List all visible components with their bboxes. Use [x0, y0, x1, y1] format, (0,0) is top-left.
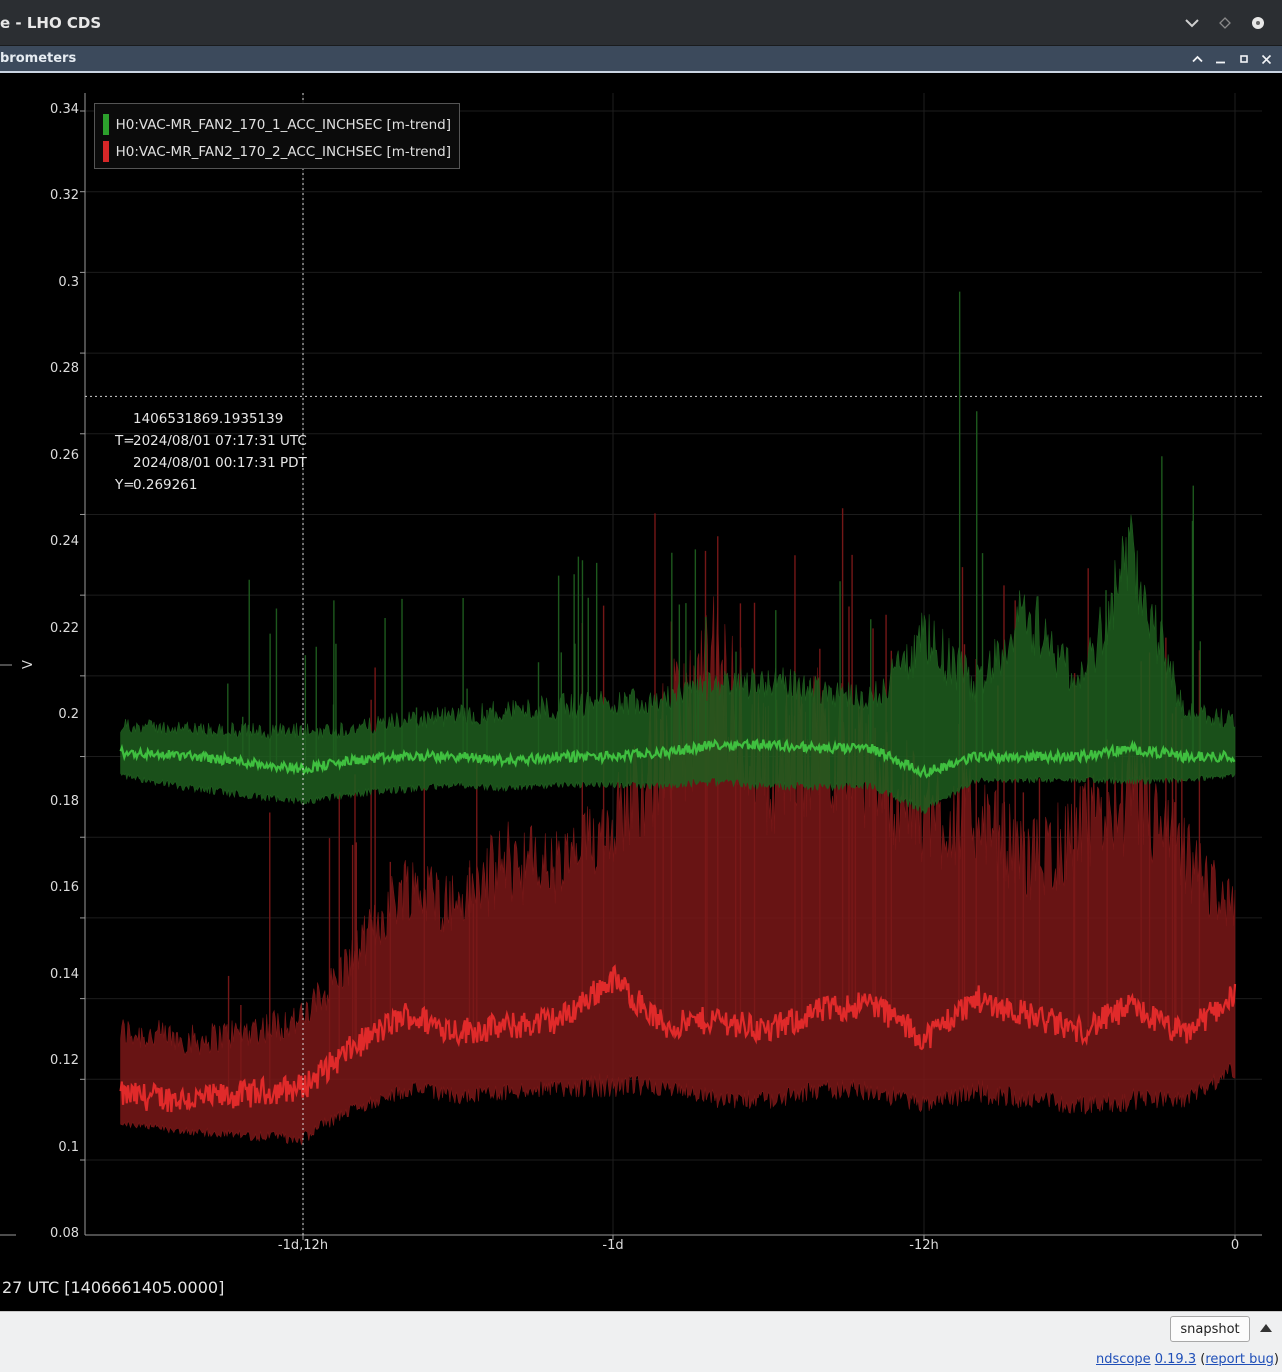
version-link[interactable]: 0.19.3 [1155, 1352, 1196, 1367]
minimize-icon[interactable] [1209, 50, 1232, 68]
plot-legend[interactable]: H0:VAC-MR_FAN2_170_1_ACC_INCHSEC [m-tren… [94, 103, 460, 169]
cursor-gps: 1406531869.1935139 [133, 411, 284, 427]
cursor-readout: 1406531869.1935139 T=2024/08/01 07:17:31… [115, 408, 307, 496]
x-tick-label: -12h [909, 1238, 939, 1253]
triangle-up-icon[interactable] [1258, 1320, 1274, 1336]
y-tick-label: 0.26 [50, 447, 79, 463]
close-icon[interactable] [1255, 50, 1278, 68]
legend-swatch [103, 141, 109, 162]
plot-area[interactable] [0, 75, 1282, 1311]
y-tick-label: 0.16 [50, 880, 79, 896]
subwindow-title: brometers [0, 51, 77, 66]
y-tick-label: 0.28 [50, 361, 79, 377]
y-tick-label: 0.3 [58, 274, 79, 290]
maximize-icon[interactable] [1232, 50, 1255, 68]
window-controls [1175, 12, 1274, 34]
window-title: e - LHO CDS [0, 13, 102, 32]
subwindow-controls [1186, 50, 1278, 68]
legend-entry[interactable]: H0:VAC-MR_FAN2_170_2_ACC_INCHSEC [m-tren… [103, 138, 451, 165]
cursor-t-label: T= [115, 433, 135, 449]
y-tick-label: 0.18 [50, 793, 79, 809]
report-bug-link[interactable]: report bug [1205, 1352, 1274, 1367]
y-tick-label: 0.22 [50, 620, 79, 636]
y-tick-label: 0.32 [50, 188, 79, 204]
y-tick-label: 0.2 [58, 707, 79, 723]
snapshot-button[interactable]: snapshot [1170, 1316, 1250, 1342]
status-bar: snapshot ndscope 0.19.3 (report bug) [0, 1311, 1282, 1372]
chevron-down-icon[interactable] [1175, 12, 1208, 34]
y-tick-label: 0.12 [50, 1053, 79, 1069]
legend-label: H0:VAC-MR_FAN2_170_1_ACC_INCHSEC [m-tren… [115, 116, 451, 133]
legend-label: H0:VAC-MR_FAN2_170_2_ACC_INCHSEC [m-tren… [115, 143, 451, 160]
cursor-utc: 2024/08/01 07:17:31 UTC [133, 433, 307, 449]
cursor-y-label: Y= [115, 477, 135, 493]
y-tick-label: 0.34 [50, 102, 79, 117]
x-tick-label: -1d [602, 1238, 624, 1253]
x-tick-label: -1d,12h [277, 1238, 329, 1253]
subwindow-titlebar: brometers [0, 46, 1282, 73]
legend-swatch [103, 114, 109, 135]
trend-plot[interactable] [0, 75, 1282, 1311]
y-tick-label: 0.24 [50, 534, 79, 550]
footer-links: ndscope 0.19.3 (report bug) [1095, 1352, 1279, 1367]
app-name-link[interactable]: ndscope [1096, 1352, 1151, 1367]
y-axis-label: V [20, 660, 36, 669]
diamond-icon[interactable] [1208, 12, 1241, 34]
y-tick-label: 0.1 [58, 1139, 79, 1155]
x-tick-label: 0 [1230, 1238, 1240, 1253]
time-readout: 27 UTC [1406661405.0000] [2, 1278, 225, 1297]
cursor-y-value: 0.269261 [133, 477, 198, 493]
y-tick-label: 0.14 [50, 966, 79, 982]
close-window-icon[interactable] [1241, 12, 1274, 34]
y-tick-label: 0.08 [50, 1226, 79, 1241]
legend-entry[interactable]: H0:VAC-MR_FAN2_170_1_ACC_INCHSEC [m-tren… [103, 111, 451, 138]
cursor-pdt: 2024/08/01 00:17:31 PDT [133, 455, 307, 471]
chevron-up-icon[interactable] [1186, 50, 1209, 68]
window-titlebar: e - LHO CDS [0, 0, 1282, 46]
